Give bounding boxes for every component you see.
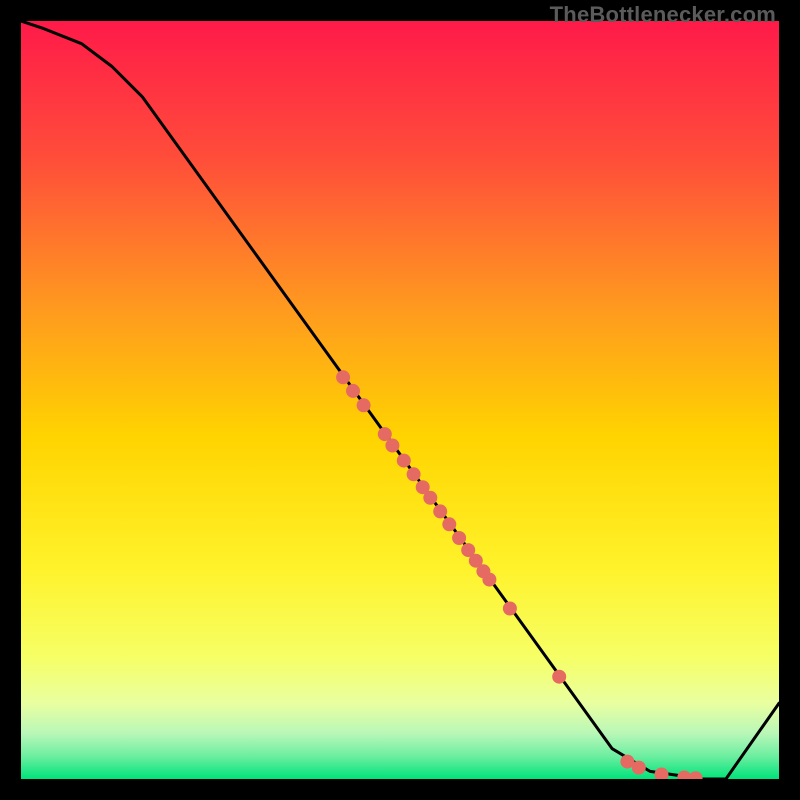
watermark-text: TheBottlenecker.com	[550, 2, 776, 28]
chart-frame	[21, 21, 779, 779]
gradient-background	[21, 21, 779, 779]
chart-plot	[21, 21, 779, 779]
